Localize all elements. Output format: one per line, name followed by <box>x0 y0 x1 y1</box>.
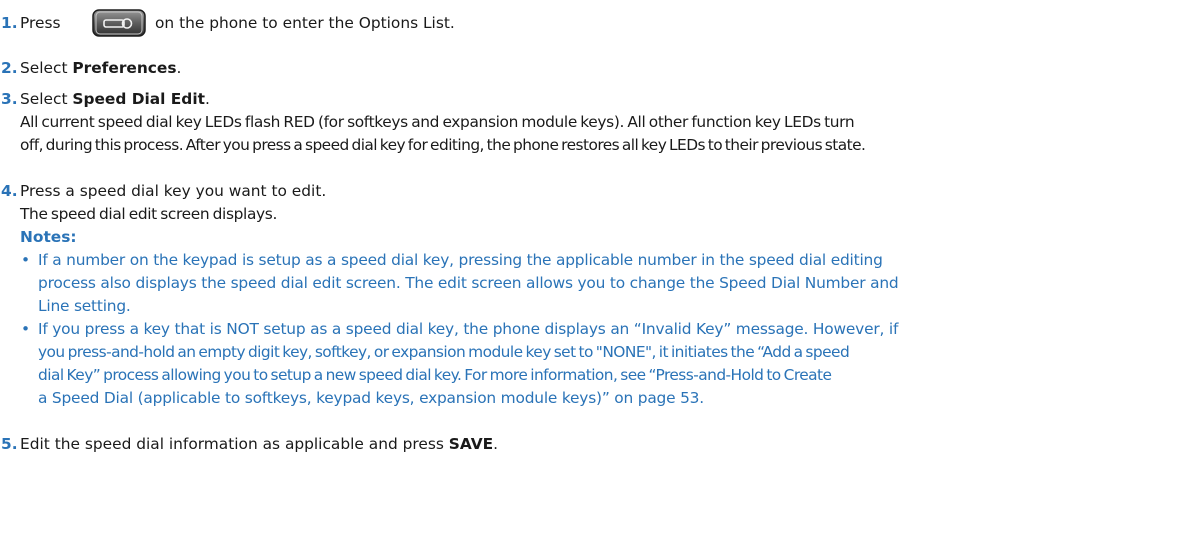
cross-reference-link[interactable]: “Press-and-Hold to Create <box>649 366 832 384</box>
note-2-line-2: you press-and-hold an empty digit key, s… <box>38 343 850 361</box>
step-text: Press a speed dial key you want to edit. <box>20 182 327 200</box>
step-text: Edit the speed dial information as appli… <box>20 435 499 453</box>
note-1-line-1: If a number on the keypad is setup as a … <box>38 251 883 269</box>
menu-item-speed-dial-edit: Speed Dial Edit <box>72 90 205 108</box>
bullet-icon: • <box>21 251 31 269</box>
note-2-line-3: dial Key” process allowing you to setup … <box>38 366 832 384</box>
step-number: 4. <box>1 182 18 200</box>
step-3-body-line-2: off, during this process. After you pres… <box>20 136 866 154</box>
step-number: 3. <box>1 90 18 108</box>
step-1-continuation: on the phone to enter the Options List. <box>155 12 455 34</box>
step-text: Select Speed Dial Edit. <box>20 90 210 108</box>
cross-reference-link-continued[interactable]: a Speed Dial (applicable to softkeys, ke… <box>38 389 699 407</box>
step-text-continued: on the phone to enter the Options List. <box>155 14 455 32</box>
step-4-body-line-1: The speed dial edit screen displays. <box>20 205 278 223</box>
step-3-body-line-1: All current speed dial key LEDs flash RE… <box>20 113 855 131</box>
step-number: 2. <box>1 59 18 77</box>
notes-heading: Notes: <box>20 228 77 246</box>
step-text: Select Preferences. <box>20 59 182 77</box>
options-key-icon <box>92 9 146 37</box>
document-page: 1. Press on the phone to enter the Optio… <box>0 0 1191 536</box>
step-text: Press <box>20 14 61 32</box>
note-2-line-1: If you press a key that is NOT setup as … <box>38 320 899 338</box>
note-1-line-2: process also displays the speed dial edi… <box>38 274 899 292</box>
bullet-icon: • <box>21 320 31 338</box>
note-2-line-4: a Speed Dial (applicable to softkeys, ke… <box>38 389 704 407</box>
step-number: 5. <box>1 435 18 453</box>
step-number: 1. <box>1 14 18 32</box>
menu-item-preferences: Preferences <box>72 59 177 77</box>
save-key-label: SAVE <box>448 435 494 453</box>
note-1-line-3: Line setting. <box>38 297 131 315</box>
